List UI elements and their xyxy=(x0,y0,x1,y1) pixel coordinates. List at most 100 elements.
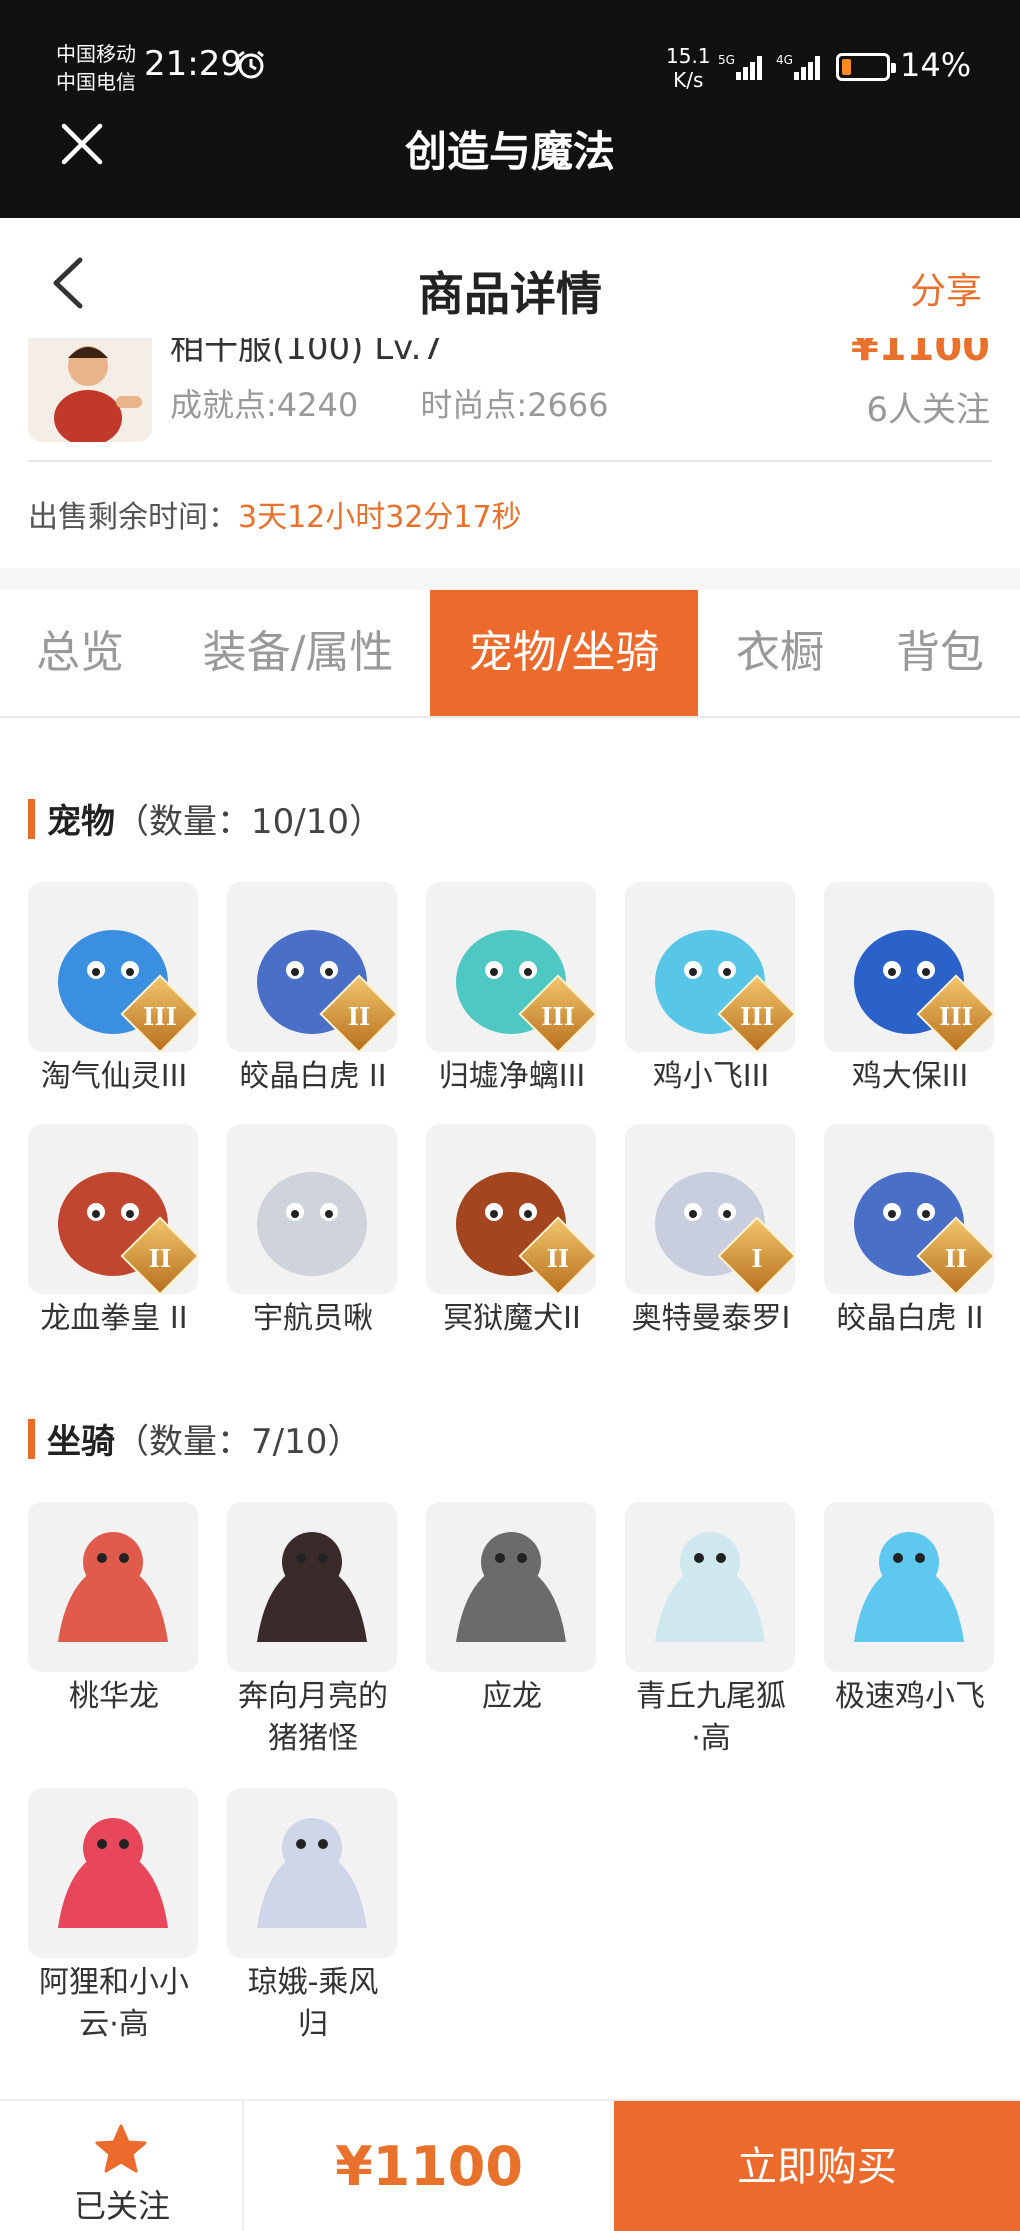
follower-count: 6人关注 xyxy=(866,390,990,430)
speed-value: 15.1 xyxy=(666,44,711,68)
pet-item[interactable]: I 奥特曼泰罗I xyxy=(625,1124,797,1340)
nav-bar: 商品详情 分享 xyxy=(0,218,1020,348)
buy-now-button[interactable]: 立即购买 xyxy=(614,2101,1020,2231)
tab-pets-mounts[interactable]: 宠物/坐骑 xyxy=(430,590,698,716)
pets-section-header: 宠物（数量：10/10） xyxy=(28,794,383,843)
pet-name: 淘气仙灵III xyxy=(40,1059,188,1094)
mount-illustration xyxy=(227,1502,397,1672)
mount-name-line2: 归 xyxy=(298,2007,328,2042)
pets-title: 宠物 xyxy=(47,802,115,842)
pet-image: III xyxy=(28,882,198,1052)
pet-name: 冥狱魔犬II xyxy=(443,1301,581,1336)
mount-item[interactable]: 应龙 xyxy=(426,1502,598,1718)
pet-item[interactable]: II 冥狱魔犬II xyxy=(426,1124,598,1340)
pet-name: 龙血拳皇 II xyxy=(40,1301,188,1336)
pet-image: II xyxy=(824,1124,994,1294)
mount-illustration xyxy=(227,1788,397,1958)
carrier-info: 中国移动 中国电信 xyxy=(56,40,136,96)
clock: 21:29 xyxy=(144,44,242,84)
mount-name: 青丘九尾狐 ·高 xyxy=(625,1676,797,1760)
product-name: 相十服(100) Lv.7 xyxy=(170,338,444,368)
pet-item[interactable]: 宇航员啾 xyxy=(227,1124,399,1340)
pet-image: III xyxy=(426,882,596,1052)
signal-4g-icon: 4G xyxy=(776,53,820,80)
pet-illustration xyxy=(227,1124,397,1294)
mount-name-line1: 青丘九尾狐 xyxy=(636,1679,786,1714)
tab-equipment[interactable]: 装备/属性 xyxy=(178,590,418,716)
rank-badge-label: III xyxy=(740,1001,774,1031)
mount-name-line2: 云·高 xyxy=(79,2007,149,2042)
mount-item[interactable]: 阿狸和小小 云·高 xyxy=(28,1788,200,2046)
pet-item[interactable]: II 皎晶白虎 II xyxy=(824,1124,996,1340)
signal-5g-label: 5G xyxy=(718,53,735,67)
pet-name: 宇航员啾 xyxy=(253,1301,373,1336)
mount-name: 阿狸和小小 云·高 xyxy=(28,1962,200,2046)
pet-item[interactable]: II 龙血拳皇 II xyxy=(28,1124,200,1340)
rank-badge-label: III xyxy=(541,1001,575,1031)
section-accent-bar xyxy=(28,799,35,839)
mount-name-line1: 应龙 xyxy=(482,1679,542,1714)
rank-badge-label: II xyxy=(944,1243,968,1273)
remaining-time: 出售剩余时间：3天12小时32分17秒 xyxy=(28,492,522,536)
pet-item[interactable]: III 归墟净螭III xyxy=(426,882,598,1098)
alarm-icon xyxy=(238,50,264,79)
detail-tabs: 总览 装备/属性 宠物/坐骑 衣橱 背包 xyxy=(0,590,1020,718)
mount-name: 应龙 xyxy=(426,1676,598,1718)
mount-image xyxy=(824,1502,994,1672)
pet-image: II xyxy=(227,882,397,1052)
mount-image xyxy=(28,1502,198,1672)
rank-badge-label: III xyxy=(143,1001,177,1031)
pet-name: 奥特曼泰罗I xyxy=(631,1301,791,1336)
pet-image: I xyxy=(625,1124,795,1294)
share-button[interactable]: 分享 xyxy=(910,262,982,314)
mount-item[interactable]: 青丘九尾狐 ·高 xyxy=(625,1502,797,1760)
character-image xyxy=(28,338,152,442)
mount-illustration xyxy=(824,1502,994,1672)
rank-badge-label: II xyxy=(347,1001,371,1031)
product-price: ¥1100 xyxy=(850,338,990,370)
achievement-points: 成就点:4240 xyxy=(170,386,359,424)
carrier-1: 中国移动 xyxy=(56,42,136,66)
mount-illustration xyxy=(625,1502,795,1672)
mounts-title: 坐骑 xyxy=(47,1422,115,1462)
pet-item[interactable]: III 鸡小飞III xyxy=(625,882,797,1098)
total-price: ¥1100 xyxy=(335,2135,523,2198)
mount-illustration xyxy=(28,1788,198,1958)
tab-overview[interactable]: 总览 xyxy=(8,590,152,716)
mount-name-line1: 极速鸡小飞 xyxy=(835,1679,985,1714)
section-accent-bar xyxy=(28,1419,35,1459)
section-gap xyxy=(0,568,1020,590)
follow-button[interactable]: 已关注 xyxy=(0,2101,244,2231)
tab-backpack[interactable]: 背包 xyxy=(870,590,1010,716)
pet-name: 鸡大保III xyxy=(851,1059,969,1094)
rank-badge-label: III xyxy=(939,1001,973,1031)
pet-image: II xyxy=(28,1124,198,1294)
pet-item[interactable]: III 淘气仙灵III xyxy=(28,882,200,1098)
product-stats: 成就点:4240 时尚点:2666 xyxy=(170,380,661,426)
pets-count: （数量：10/10） xyxy=(115,802,383,842)
mounts-section-header: 坐骑（数量：7/10） xyxy=(28,1414,361,1463)
mount-item[interactable]: 琼娥-乘风归 xyxy=(227,1788,399,2046)
signal-5g-icon: 5G xyxy=(718,53,762,80)
pet-image: III xyxy=(824,882,994,1052)
mount-item[interactable]: 极速鸡小飞 xyxy=(824,1502,996,1718)
signal-4g-label: 4G xyxy=(776,53,793,67)
status-bar: 中国移动 中国电信 21:29 15.1 K/s 5G 4G 14% 创造与魔法 xyxy=(0,0,1020,218)
pet-image: III xyxy=(625,882,795,1052)
mount-illustration xyxy=(426,1502,596,1672)
follow-label: 已关注 xyxy=(73,2187,170,2225)
mount-item[interactable]: 奔向月亮的 猪猪怪 xyxy=(227,1502,399,1760)
remaining-label: 出售剩余时间： xyxy=(28,500,238,535)
carrier-2: 中国电信 xyxy=(56,70,136,94)
mount-item[interactable]: 桃华龙 xyxy=(28,1502,200,1718)
mount-name-line2: 猪猪怪 xyxy=(268,1721,358,1756)
pet-item[interactable]: III 鸡大保III xyxy=(824,882,996,1098)
tab-wardrobe[interactable]: 衣橱 xyxy=(712,590,848,716)
pet-item[interactable]: II 皎晶白虎 II xyxy=(227,882,399,1098)
bottom-action-bar: 已关注 ¥1100 立即购买 xyxy=(0,2099,1020,2231)
mount-image xyxy=(227,1788,397,1958)
speed-unit: K/s xyxy=(673,68,704,92)
pet-name: 鸡小飞III xyxy=(652,1059,770,1094)
rank-badge-label: II xyxy=(148,1243,172,1273)
mount-name: 桃华龙 xyxy=(28,1676,200,1718)
